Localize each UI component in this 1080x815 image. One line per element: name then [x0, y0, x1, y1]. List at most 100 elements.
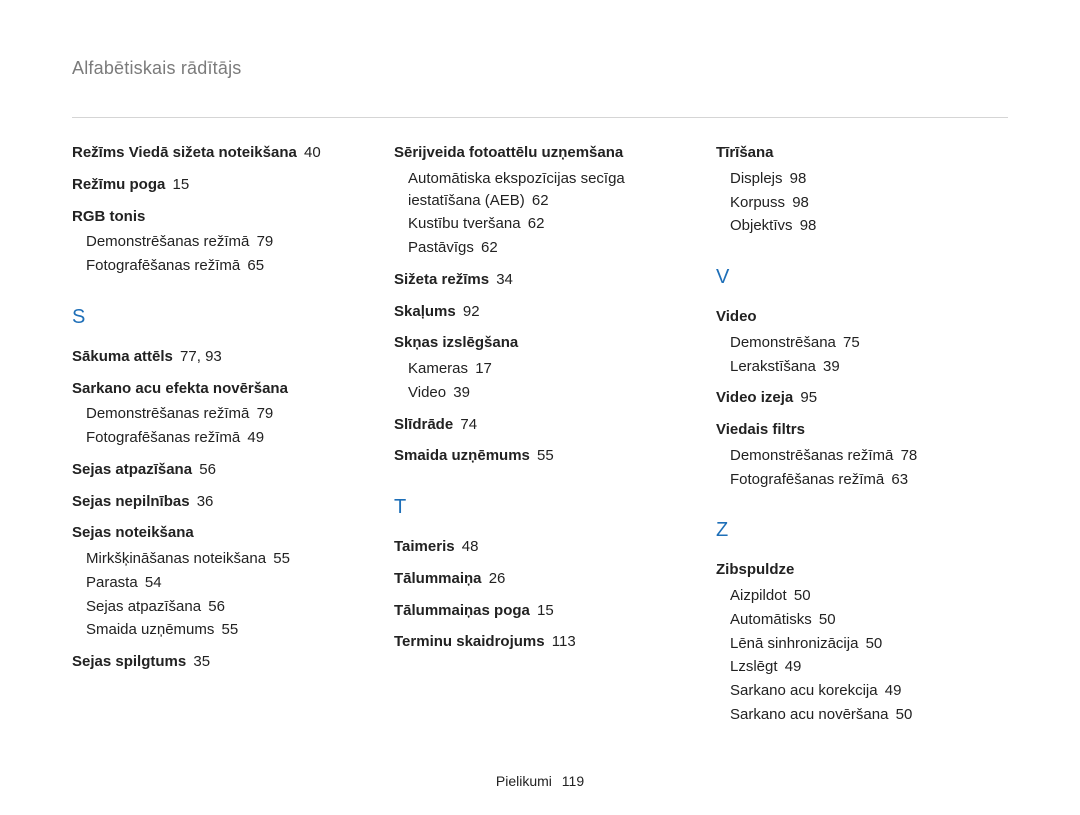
- sub-entry-pages: 55: [269, 550, 290, 567]
- sub-entry-pages: 98: [796, 217, 817, 234]
- sub-entry[interactable]: Parasta 54: [86, 572, 360, 594]
- index-entry[interactable]: Tālummaiņa 26: [394, 568, 682, 590]
- sub-entry[interactable]: Lēnā sinhronizācija 50: [730, 633, 1004, 655]
- index-entry[interactable]: Smaida uzņēmums 55: [394, 445, 682, 467]
- sub-entry-label: Parasta: [86, 574, 138, 591]
- index-entry[interactable]: TīrīšanaDisplejs 98Korpuss 98Objektīvs 9…: [716, 142, 1004, 237]
- index-entry[interactable]: Sērijveida fotoattēlu uzņemšanaAutomātis…: [394, 142, 682, 259]
- sub-entry-pages: 79: [252, 405, 273, 422]
- sub-entry-label: Lēnā sinhronizācija: [730, 635, 858, 652]
- sub-entry[interactable]: Mirkšķināšanas noteikšana 55: [86, 548, 360, 570]
- sub-entry[interactable]: Video 39: [408, 382, 682, 404]
- entry-term: Viedais filtrs: [716, 421, 805, 438]
- sub-entry[interactable]: Smaida uzņēmums 55: [86, 619, 360, 641]
- index-entry[interactable]: Video izeja 95: [716, 387, 1004, 409]
- sub-entry[interactable]: Sejas atpazīšana 56: [86, 596, 360, 618]
- sub-entries: Kameras 17Video 39: [408, 358, 682, 404]
- sub-entry[interactable]: Lzslēgt 49: [730, 656, 1004, 678]
- page-footer: Pielikumi 119: [0, 773, 1080, 789]
- sub-entry-pages: 49: [243, 429, 264, 446]
- sub-entry-label: Demonstrēšana: [730, 334, 836, 351]
- sub-entry-pages: 17: [471, 360, 492, 377]
- sub-entry[interactable]: Kameras 17: [408, 358, 682, 380]
- sub-entry[interactable]: Korpuss 98: [730, 192, 1004, 214]
- sub-entry[interactable]: Sarkano acu novēršana 50: [730, 704, 1004, 726]
- index-entry[interactable]: Terminu skaidrojums 113: [394, 631, 682, 653]
- sub-entry-pages: 62: [528, 192, 549, 209]
- sub-entry-pages: 50: [790, 587, 811, 604]
- index-entry[interactable]: Sejas noteikšanaMirkšķināšanas noteikšan…: [72, 522, 360, 641]
- entry-pages: 92: [459, 303, 480, 320]
- title-rule: [72, 117, 1008, 118]
- sub-entry[interactable]: Fotografēšanas režīmā 49: [86, 427, 360, 449]
- index-entry[interactable]: Sejas nepilnības 36: [72, 491, 360, 513]
- sub-entry-pages: 50: [815, 611, 836, 628]
- sub-entry-label: Fotografēšanas režīmā: [730, 471, 884, 488]
- index-entry[interactable]: Skaļums 92: [394, 301, 682, 323]
- entry-term: Smaida uzņēmums: [394, 447, 530, 464]
- entry-pages: 15: [533, 602, 554, 619]
- entry-term: Slīdrāde: [394, 416, 453, 433]
- sub-entry[interactable]: Aizpildot 50: [730, 585, 1004, 607]
- section-letter: S: [72, 303, 360, 332]
- sub-entry-label: Objektīvs: [730, 217, 793, 234]
- sub-entry[interactable]: Fotografēšanas režīmā 63: [730, 469, 1004, 491]
- sub-entry[interactable]: Fotografēšanas režīmā 65: [86, 255, 360, 277]
- sub-entries: Demonstrēšana 75Lerakstīšana 39: [730, 332, 1004, 378]
- sub-entry-pages: 75: [839, 334, 860, 351]
- entry-term: Tālummaiņa: [394, 570, 482, 587]
- sub-entry-label: Sejas atpazīšana: [86, 598, 201, 615]
- entry-term: Taimeris: [394, 538, 455, 555]
- sub-entry[interactable]: Demonstrēšanas režīmā 79: [86, 403, 360, 425]
- sub-entry-label: Displejs: [730, 170, 783, 187]
- sub-entry[interactable]: Pastāvīgs 62: [408, 237, 682, 259]
- entry-term: RGB tonis: [72, 208, 145, 225]
- sub-entry[interactable]: Objektīvs 98: [730, 215, 1004, 237]
- index-entry[interactable]: Sarkano acu efekta novēršanaDemonstrēšan…: [72, 378, 360, 449]
- sub-entry[interactable]: Displejs 98: [730, 168, 1004, 190]
- sub-entry[interactable]: Demonstrēšana 75: [730, 332, 1004, 354]
- sub-entry-pages: 63: [887, 471, 908, 488]
- index-entry[interactable]: VideoDemonstrēšana 75Lerakstīšana 39: [716, 306, 1004, 377]
- index-entry[interactable]: ZibspuldzeAizpildot 50Automātisks 50Lēnā…: [716, 559, 1004, 725]
- index-entry[interactable]: Sākuma attēls 77, 93: [72, 346, 360, 368]
- sub-entry[interactable]: Kustību tveršana 62: [408, 213, 682, 235]
- sub-entry-pages: 50: [861, 635, 882, 652]
- sub-entry-label: Lzslēgt: [730, 658, 778, 675]
- sub-entry[interactable]: Demonstrēšanas režīmā 78: [730, 445, 1004, 467]
- index-entry[interactable]: Režīmu poga 15: [72, 174, 360, 196]
- index-column: TīrīšanaDisplejs 98Korpuss 98Objektīvs 9…: [716, 142, 1004, 736]
- sub-entry[interactable]: Demonstrēšanas režīmā 79: [86, 231, 360, 253]
- sub-entry-pages: 54: [141, 574, 162, 591]
- entry-pages: 34: [492, 271, 513, 288]
- entry-pages: 113: [548, 633, 576, 650]
- index-entry[interactable]: Skņas izslēgšanaKameras 17Video 39: [394, 332, 682, 403]
- index-column: Sērijveida fotoattēlu uzņemšanaAutomātis…: [394, 142, 682, 736]
- entry-term: Zibspuldze: [716, 561, 794, 578]
- index-entry[interactable]: RGB tonis Demonstrēšanas režīmā 79Fotogra…: [72, 206, 360, 277]
- sub-entry-label: Lerakstīšana: [730, 358, 816, 375]
- index-entry[interactable]: Sejas spilgtums 35: [72, 651, 360, 673]
- index-column: Režīms Viedā sižeta noteikšana 40 Režīmu …: [72, 142, 360, 736]
- sub-entry[interactable]: Lerakstīšana 39: [730, 356, 1004, 378]
- sub-entry[interactable]: Automātiska ekspozīcijas secīga iestatīš…: [408, 168, 682, 212]
- index-entry[interactable]: Sižeta režīms 34: [394, 269, 682, 291]
- index-entry[interactable]: Tālummaiņas poga 15: [394, 600, 682, 622]
- sub-entry-pages: 65: [243, 257, 264, 274]
- index-entry[interactable]: Slīdrāde 74: [394, 414, 682, 436]
- sub-entry-label: Demonstrēšanas režīmā: [730, 447, 893, 464]
- sub-entry[interactable]: Automātisks 50: [730, 609, 1004, 631]
- sub-entry-label: Fotografēšanas režīmā: [86, 429, 240, 446]
- sub-entry-pages: 98: [788, 194, 809, 211]
- entry-term: Sižeta režīms: [394, 271, 489, 288]
- index-entry[interactable]: Taimeris 48: [394, 536, 682, 558]
- sub-entry[interactable]: Sarkano acu korekcija 49: [730, 680, 1004, 702]
- index-entry[interactable]: Sejas atpazīšana 56: [72, 459, 360, 481]
- index-entry[interactable]: Režīms Viedā sižeta noteikšana 40: [72, 142, 360, 164]
- sub-entry-label: Kameras: [408, 360, 468, 377]
- sub-entry-label: Smaida uzņēmums: [86, 621, 214, 638]
- footer-page-number: 119: [562, 773, 584, 789]
- sub-entry-pages: 39: [819, 358, 840, 375]
- sub-entries: Demonstrēšanas režīmā 79Fotografēšanas r…: [86, 231, 360, 277]
- index-entry[interactable]: Viedais filtrsDemonstrēšanas režīmā 78Fo…: [716, 419, 1004, 490]
